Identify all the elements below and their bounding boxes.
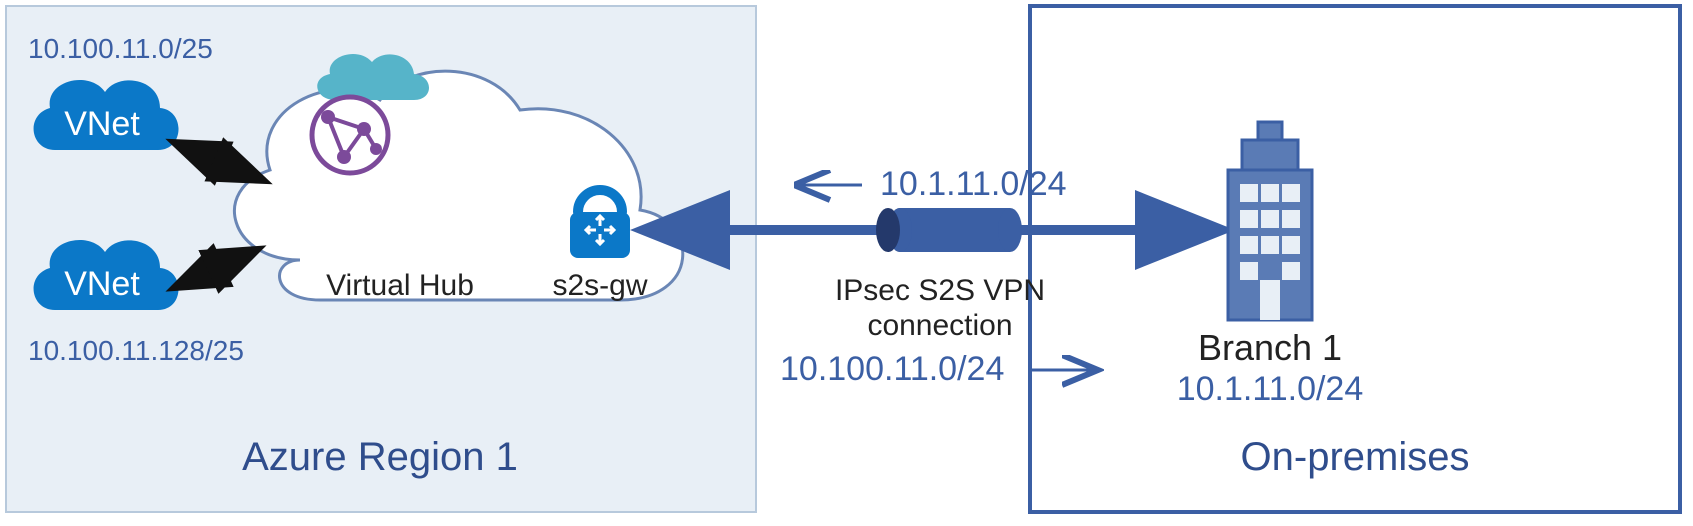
branch-cidr: 10.1.11.0/24 [1177,370,1364,408]
advertise-right-cidr: 10.100.11.0/24 [780,350,1004,388]
vpn-type-line2: connection [867,309,1012,342]
advertise-left-cidr: 10.1.11.0/24 [880,165,1067,203]
s2s-gateway-label: s2s-gw [552,269,647,302]
branch-label: Branch 1 [1198,327,1342,368]
network-globe-icon [312,97,388,173]
vnet1-cidr: 10.100.11.0/25 [28,33,213,64]
diagram-canvas: { "azure": { "region_label": "Azure Regi… [0,0,1693,526]
virtual-hub-label: Virtual Hub [326,269,474,302]
branch-building-icon [1228,122,1312,320]
vnet2-label: VNet [64,265,140,303]
azure-region-label: Azure Region 1 [242,435,518,479]
vpn-type-line1: IPsec S2S VPN [835,274,1045,307]
vpn-tunnel-icon [876,208,1022,252]
vnet1-label: VNet [64,105,140,143]
onprem-box-label: On-premises [1241,435,1470,479]
vnet2-cidr: 10.100.11.128/25 [28,335,244,366]
